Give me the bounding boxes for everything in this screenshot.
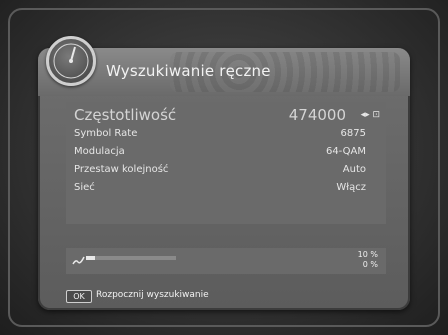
signal-strength-percent: 10 % xyxy=(357,250,378,259)
frequency-nav-icon: ◂▸ ⊡ xyxy=(360,110,380,120)
page-title: Wyszukiwanie ręczne xyxy=(106,62,271,80)
signal-icon xyxy=(72,256,85,265)
signal-bar xyxy=(86,256,176,260)
signal-progress: 10 % 0 % xyxy=(66,248,386,274)
frequency-value: 474000 xyxy=(288,106,346,124)
frequency-row[interactable]: Częstotliwość 474000 ◂▸ ⊡ xyxy=(66,106,386,128)
signal-bar-fill xyxy=(86,256,95,260)
modulation-value: 64-QAM xyxy=(325,146,366,157)
network-row[interactable]: Sieć Włącz xyxy=(66,182,386,198)
frequency-label: Częstotliwość xyxy=(74,106,177,124)
network-value: Włącz xyxy=(336,182,366,193)
settings-list: Częstotliwość 474000 ◂▸ ⊡ Symbol Rate 68… xyxy=(66,102,386,224)
clock-icon xyxy=(46,36,96,86)
symbol-rate-value: 6875 xyxy=(340,128,366,139)
order-label: Przestaw kolejność xyxy=(74,164,169,175)
modulation-label: Modulacja xyxy=(74,146,125,157)
network-label: Sieć xyxy=(74,182,95,193)
start-search-label: Rozpocznij wyszukiwanie xyxy=(96,290,209,300)
order-value: Auto xyxy=(342,164,366,175)
ok-key-icon[interactable]: OK xyxy=(66,290,92,303)
signal-quality-percent: 0 % xyxy=(362,260,378,269)
order-row[interactable]: Przestaw kolejność Auto xyxy=(66,164,386,180)
modulation-row[interactable]: Modulacja 64-QAM xyxy=(66,146,386,162)
symbol-rate-label: Symbol Rate xyxy=(74,128,138,139)
symbol-rate-row[interactable]: Symbol Rate 6875 xyxy=(66,128,386,144)
